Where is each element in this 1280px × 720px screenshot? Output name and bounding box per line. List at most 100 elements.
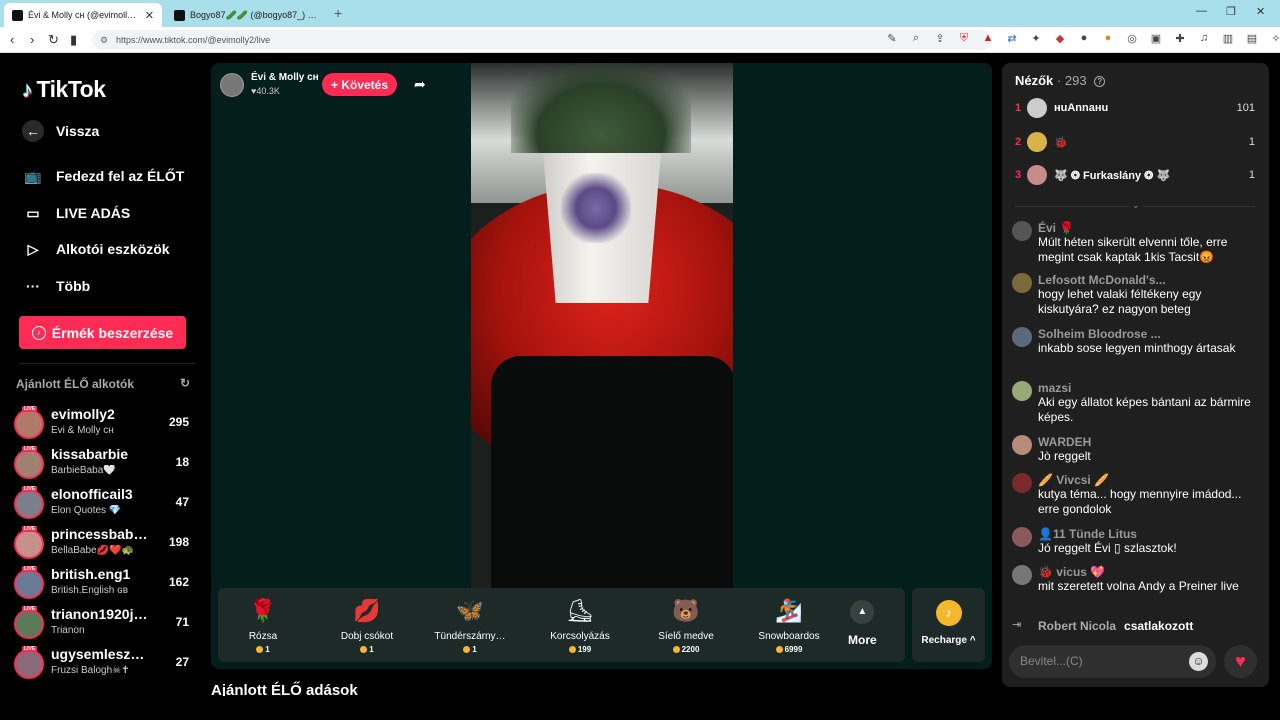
bookmark-icon[interactable]: ▮ [70, 32, 77, 48]
emoji-icon[interactable]: ☺ [1189, 652, 1208, 671]
avatar [1012, 565, 1032, 585]
recharge-button[interactable]: ♪ Recharge ^ [912, 588, 985, 662]
extension-icon[interactable]: ◆ [1053, 32, 1067, 45]
extension-icon[interactable]: ● [1077, 32, 1091, 45]
tab-bogyo[interactable]: Bogyo87🥒🥒 (@bogyo87_) ÉLŐ a [166, 3, 328, 27]
left-sidebar: ♪ TikTok ← Vissza 📺 Fedezd fel az ÉLŐT ▭… [4, 54, 202, 694]
chat-username[interactable]: Solheim Bloodrose ... [1038, 327, 1161, 341]
chat-username[interactable]: 👤11 Tünde Litus [1038, 527, 1137, 541]
creator-name: princessbab… [51, 526, 148, 542]
puzzle-icon[interactable]: ✚ [1173, 32, 1187, 45]
gift-item[interactable]: 🏂 Snowboardos 6999 [744, 596, 834, 654]
address-toolbar: ‹ › ↻ ▮ ⚙ https://www.tiktok.com/@evimol… [0, 27, 1280, 53]
creator-item[interactable]: LIVE evimolly2 Évi & Molly ᴄʜ 295 [14, 405, 194, 441]
tab-title: Bogyo87🥒🥒 (@bogyo87_) ÉLŐ a [190, 9, 320, 20]
tab-evimolly[interactable]: Évi & Molly ᴄʜ (@evimolly2) | ✕ [4, 3, 162, 27]
forward-arrow-icon[interactable]: › [30, 32, 34, 47]
bottom-strip [0, 696, 1280, 720]
help-icon[interactable]: ? [1094, 76, 1106, 88]
get-coins-button[interactable]: ♪ Érmék beszerzése [19, 316, 186, 349]
refresh-icon[interactable]: ↻ [180, 376, 190, 390]
site-info-icon[interactable]: ⚙ [100, 30, 108, 50]
creator-item[interactable]: LIVE princessbab… BellaBabe💋❤️🐢 198 [14, 525, 194, 561]
live-badge: LIVE [22, 526, 38, 532]
more-gifts-button[interactable]: ▲ More [848, 600, 877, 647]
live-stream-panel: Évi & Molly ᴄʜ ♥40.3K + Követés ➦ 🌹 Rózs… [211, 63, 992, 669]
host-avatar[interactable] [220, 73, 244, 97]
nav-label: Fedezd fel az ÉLŐT [56, 168, 185, 184]
chevron-down-icon[interactable]: ⌄ [1129, 200, 1143, 211]
gift-item[interactable]: 💋 Dobj csókot 1 [322, 596, 412, 654]
extension-icon[interactable]: ◎ [1125, 32, 1139, 45]
shield-icon[interactable]: ⛨ [957, 32, 971, 45]
creator-subtitle: Fruzsi Balogh☠✝ [51, 665, 130, 676]
creator-item[interactable]: LIVE kissabarbie BarbieBaba🤍 18 [14, 445, 194, 481]
creator-subtitle: British.English ɢʙ [51, 585, 129, 596]
avatar [14, 649, 44, 679]
extension-icon[interactable]: ▣ [1149, 32, 1163, 45]
camera-icon: ▭ [26, 204, 40, 221]
chat-username[interactable]: 🥖 Vivcsi 🥖 [1038, 473, 1109, 487]
chat-username[interactable]: 🐞 vicus 💖 [1038, 565, 1105, 579]
creator-item[interactable]: LIVE british.eng1 British.English ɢʙ 162 [14, 565, 194, 601]
extension-icon[interactable]: ▤ [1245, 32, 1259, 45]
extension-icon[interactable]: ✧ [1269, 32, 1280, 45]
gift-item[interactable]: 🦋 Tündérszárny… 1 [425, 596, 515, 654]
host-info[interactable]: Évi & Molly ᴄʜ ♥40.3K [220, 72, 319, 98]
coin-icon: ♪ [31, 325, 46, 340]
chat-username[interactable]: Lefosott McDonald's... [1038, 273, 1166, 287]
translate-icon[interactable]: ⇄ [1005, 32, 1019, 45]
viewer-count: 295 [168, 415, 189, 429]
nav-explore-live[interactable]: 📺 Fedezd fel az ÉLŐT [22, 165, 184, 187]
gift-item[interactable]: 🌹 Rózsa 1 [218, 596, 308, 654]
close-tab-icon[interactable]: ✕ [145, 9, 154, 22]
music-icon[interactable]: ♫ [1197, 32, 1211, 45]
creator-item[interactable]: LIVE ugysemlesze… Fruzsi Balogh☠✝ 27 [14, 645, 194, 681]
warning-icon[interactable]: ▲ [981, 32, 995, 45]
sidebar-icon[interactable]: ▥ [1221, 32, 1235, 45]
back-arrow-icon: ← [22, 120, 44, 142]
nav-more[interactable]: ··· Több [22, 275, 90, 297]
creator-item[interactable]: LIVE elonofficail3 Elon Quotes 💎 47 [14, 485, 194, 521]
creator-item[interactable]: LIVE trianon1920j… Trianon 71 [14, 605, 194, 641]
follow-button[interactable]: + Követés [322, 73, 397, 96]
recommended-creators-header: Ajánlott ÉLŐ alkotók ↻ [16, 376, 192, 391]
gift-price-value: 199 [577, 645, 592, 654]
extension-icon[interactable]: ✎ [885, 32, 899, 45]
new-tab-button[interactable]: + [334, 5, 342, 21]
chat-username[interactable]: Évi 🌹 [1038, 221, 1074, 235]
top-viewer-item[interactable]: 1 нuAnnaнu 101 [1015, 97, 1255, 119]
close-window-button[interactable]: ✕ [1256, 5, 1265, 18]
share-page-icon[interactable]: ⇪ [933, 32, 947, 45]
chat-text: Jò reggelt [1038, 449, 1091, 463]
gift-item[interactable]: ⛸ Korcsolyázás 199 [535, 596, 625, 654]
chat-username[interactable]: mazsi [1038, 381, 1071, 395]
live-video[interactable] [471, 63, 733, 588]
chat-username[interactable]: WARDEH [1038, 435, 1091, 449]
joined-username[interactable]: Robert Nicola [1038, 619, 1116, 633]
nav-creator-tools[interactable]: ▷ Alkotói eszközök [22, 238, 170, 260]
url-field[interactable]: ⚙ https://www.tiktok.com/@evimolly2/live [92, 30, 992, 50]
extension-icon[interactable]: ✦ [1029, 32, 1043, 45]
top-viewer-item[interactable]: 2 🐞 1 [1015, 131, 1255, 153]
gift-name: Dobj csókot [340, 631, 394, 642]
back-arrow-icon[interactable]: ‹ [10, 32, 14, 47]
chevron-up-icon: ▲ [850, 600, 875, 624]
zoom-icon[interactable]: ⌕ [909, 32, 923, 45]
reload-icon[interactable]: ↻ [48, 32, 59, 48]
tab-title: Évi & Molly ᴄʜ (@evimolly2) | [28, 10, 139, 20]
viewer-score: 1 [1248, 136, 1255, 148]
avatar [1027, 132, 1047, 152]
maximize-button[interactable]: ❐ [1226, 5, 1236, 18]
browser-tab-bar: Évi & Molly ᴄʜ (@evimolly2) | ✕ Bogyo87🥒… [0, 0, 1280, 27]
nav-live-studio[interactable]: ▭ LIVE ADÁS [22, 202, 130, 224]
like-heart-button[interactable]: ♥ [1224, 645, 1257, 678]
minimize-button[interactable]: — [1196, 5, 1207, 17]
tiktok-logo[interactable]: ♪ TikTok [22, 76, 106, 103]
top-viewer-item[interactable]: 3 🐺 ❂ Furkaslány ❂ 🐺 1 [1015, 164, 1255, 186]
extension-icon[interactable]: ● [1101, 32, 1115, 45]
back-button[interactable]: ← Vissza [22, 120, 99, 142]
share-icon[interactable]: ➦ [414, 76, 426, 93]
chat-input[interactable]: Bevitel...(C) ☺ [1009, 645, 1216, 678]
gift-item[interactable]: 🐻 Síelő medve 2200 [641, 596, 731, 654]
